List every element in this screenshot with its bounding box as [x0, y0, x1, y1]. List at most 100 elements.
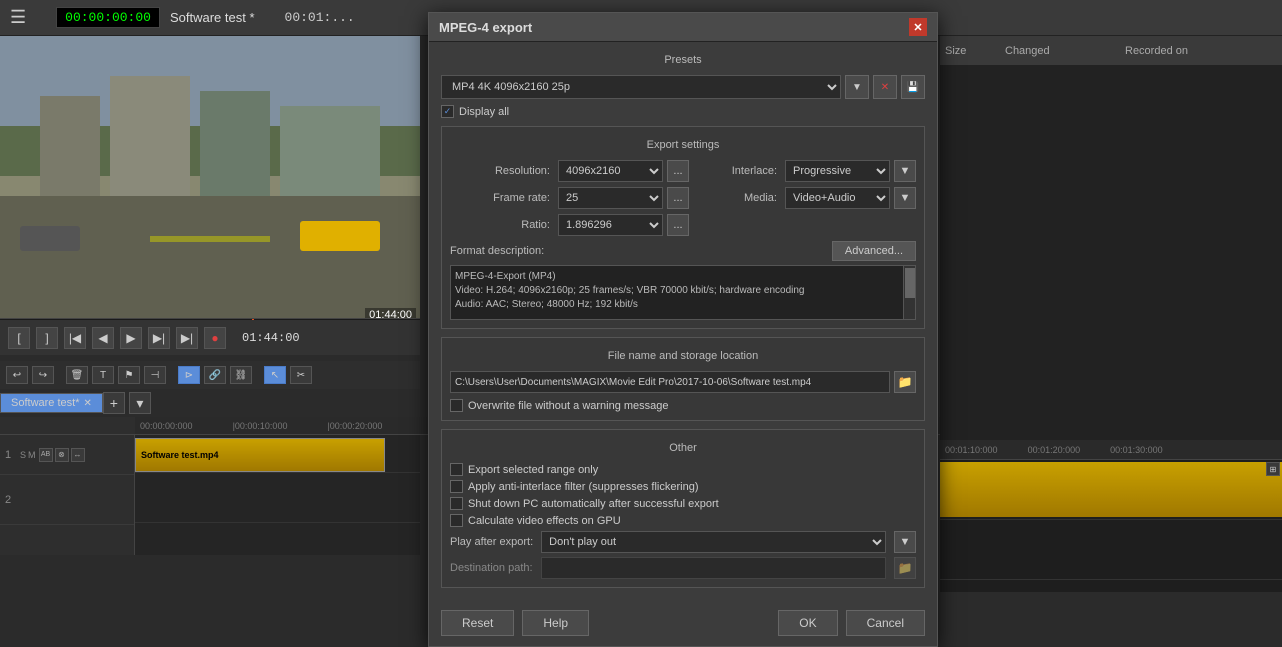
- reset-btn[interactable]: Reset: [441, 610, 514, 636]
- split-btn[interactable]: ⊣: [144, 366, 166, 384]
- ruler-label-area: [0, 417, 135, 435]
- dest-path-row: Destination path: 📁: [450, 557, 916, 579]
- browse-folder-btn[interactable]: 📁: [894, 371, 916, 393]
- ratio-more-btn[interactable]: ...: [667, 214, 689, 236]
- record-btn[interactable]: ●: [204, 327, 226, 349]
- presets-row: MP4 4K 4096x2160 25p ▼ ✕ 💾: [441, 75, 925, 99]
- goto-end-btn[interactable]: ▶|: [176, 327, 198, 349]
- export-selected-checkbox[interactable]: [450, 463, 463, 476]
- trim-mode-btn[interactable]: ✂: [290, 366, 312, 384]
- advanced-btn[interactable]: Advanced...: [832, 241, 916, 261]
- step-fwd-btn[interactable]: ▶|: [148, 327, 170, 349]
- export-selected-label: Export selected range only: [468, 464, 598, 476]
- track-1-snap-btn[interactable]: ⊗: [55, 448, 69, 462]
- track-1-clip[interactable]: Software test.mp4: [135, 438, 385, 472]
- track-1-m-icon: M: [28, 450, 36, 460]
- ruler-mark-0: 00:00:00:000: [140, 421, 193, 431]
- right-clip-1: [940, 462, 1282, 517]
- dialog-body: Presets MP4 4K 4096x2160 25p ▼ ✕ 💾 ✓ Dis…: [429, 42, 937, 604]
- overwrite-checkbox[interactable]: [450, 399, 463, 412]
- right-panel-header: Size Changed Recorded on: [940, 36, 1282, 66]
- redo-btn[interactable]: ↪: [32, 366, 54, 384]
- right-track-1: ⊞: [940, 460, 1282, 520]
- gpu-row: Calculate video effects on GPU: [450, 514, 916, 527]
- trim-btn[interactable]: ⊳: [178, 366, 200, 384]
- mark-in-btn[interactable]: [: [8, 327, 30, 349]
- preset-select[interactable]: MP4 4K 4096x2160 25p: [441, 75, 841, 99]
- ok-btn[interactable]: OK: [778, 610, 837, 636]
- tab-dropdown-btn[interactable]: ▾: [129, 392, 151, 414]
- shutdown-checkbox[interactable]: [450, 497, 463, 510]
- file-path-input[interactable]: [450, 371, 890, 393]
- dest-browse-btn[interactable]: 📁: [894, 557, 916, 579]
- overwrite-label: Overwrite file without a warning message: [468, 400, 669, 412]
- resolution-more-btn[interactable]: ...: [667, 160, 689, 182]
- framerate-select[interactable]: 25: [558, 187, 663, 209]
- resolution-row: 4096x2160 ...: [558, 160, 689, 182]
- menu-icon[interactable]: ☰: [0, 7, 36, 28]
- play-after-arrow-btn[interactable]: ▼: [894, 531, 916, 553]
- help-btn[interactable]: Help: [522, 610, 589, 636]
- media-arrow-btn[interactable]: ▼: [894, 187, 916, 209]
- arrow-btn[interactable]: ↖: [264, 366, 286, 384]
- format-desc-scrollbar[interactable]: [903, 266, 915, 319]
- add-tab-btn[interactable]: +: [103, 392, 125, 414]
- track-1-number: 1: [5, 449, 20, 461]
- dialog-footer: Reset Help OK Cancel: [429, 604, 937, 646]
- right-ruler: 00:01:10:000 00:01:20:000 00:01:30:000: [940, 440, 1282, 460]
- framerate-row: 25 ...: [558, 187, 689, 209]
- undo-btn[interactable]: ↩: [6, 366, 28, 384]
- format-desc-text: MPEG-4-Export (MP4) Video: H.264; 4096x2…: [455, 270, 911, 312]
- ruler-mark-2: |00:00:20:000: [327, 421, 382, 431]
- track-1-ab-btn[interactable]: AB: [39, 448, 53, 462]
- delete-btn[interactable]: 🗑: [66, 366, 88, 384]
- ratio-select[interactable]: 1.896296: [558, 214, 663, 236]
- play-after-select[interactable]: Don't play out: [541, 531, 886, 553]
- step-back-btn[interactable]: ◀: [92, 327, 114, 349]
- track-1-sm-icon: S: [20, 450, 26, 460]
- play-btn[interactable]: ▶: [120, 327, 142, 349]
- right-expand-btn[interactable]: ⊞: [1266, 462, 1280, 476]
- overwrite-row: Overwrite file without a warning message: [450, 399, 916, 412]
- timecode-left: 00:00:00:00: [56, 7, 160, 28]
- text-btn[interactable]: T: [92, 366, 114, 384]
- interlace-arrow-btn[interactable]: ▼: [894, 160, 916, 182]
- footer-left: Reset Help: [441, 610, 589, 636]
- mpeg4-export-dialog: MPEG-4 export ✕ Presets MP4 4K 4096x2160…: [428, 12, 938, 647]
- goto-start-btn[interactable]: |◀: [64, 327, 86, 349]
- dest-path-input[interactable]: [541, 557, 886, 579]
- resolution-select[interactable]: 4096x2160: [558, 160, 663, 182]
- mark-out-btn[interactable]: ]: [36, 327, 58, 349]
- edit-toolbar: ↩ ↪ 🗑 T ⚑ ⊣ ⊳ 🔗 ⛓ ↖ ✂: [0, 361, 420, 389]
- gpu-label: Calculate video effects on GPU: [468, 515, 621, 527]
- preset-delete-btn[interactable]: ✕: [873, 75, 897, 99]
- unlink-btn[interactable]: ⛓: [230, 366, 252, 384]
- track-1-vol-btn[interactable]: ↔: [71, 448, 85, 462]
- interlace-select[interactable]: Progressive: [785, 160, 890, 182]
- resolution-label: Resolution:: [450, 165, 550, 177]
- col-recorded-header: Recorded on: [1125, 45, 1277, 57]
- preset-save-btn[interactable]: 💾: [901, 75, 925, 99]
- dialog-close-btn[interactable]: ✕: [909, 18, 927, 36]
- file-path-row: 📁: [450, 371, 916, 393]
- other-section-header: Other: [450, 438, 916, 458]
- timeline-tab[interactable]: Software test* ✕: [0, 393, 103, 413]
- tab-close-btn[interactable]: ✕: [83, 398, 91, 409]
- dest-path-label: Destination path:: [450, 562, 533, 574]
- link-btn[interactable]: 🔗: [204, 366, 226, 384]
- framerate-more-btn[interactable]: ...: [667, 187, 689, 209]
- cancel-btn[interactable]: Cancel: [846, 610, 925, 636]
- ratio-row: 1.896296 ...: [558, 214, 689, 236]
- display-all-checkbox[interactable]: ✓: [441, 105, 454, 118]
- format-desc-row: Format description: Advanced...: [450, 241, 916, 261]
- track-2-row: [135, 473, 420, 523]
- media-select[interactable]: Video+Audio: [785, 187, 890, 209]
- marker-btn[interactable]: ⚑: [118, 366, 140, 384]
- export-settings-section: Export settings Resolution: 4096x2160 ..…: [441, 126, 925, 329]
- preset-dropdown-btn[interactable]: ▼: [845, 75, 869, 99]
- format-desc-box: MPEG-4-Export (MP4) Video: H.264; 4096x2…: [450, 265, 916, 320]
- app-title: Software test *: [170, 10, 255, 25]
- gpu-checkbox[interactable]: [450, 514, 463, 527]
- track-2-number: 2: [5, 494, 20, 506]
- anti-interlace-checkbox[interactable]: [450, 480, 463, 493]
